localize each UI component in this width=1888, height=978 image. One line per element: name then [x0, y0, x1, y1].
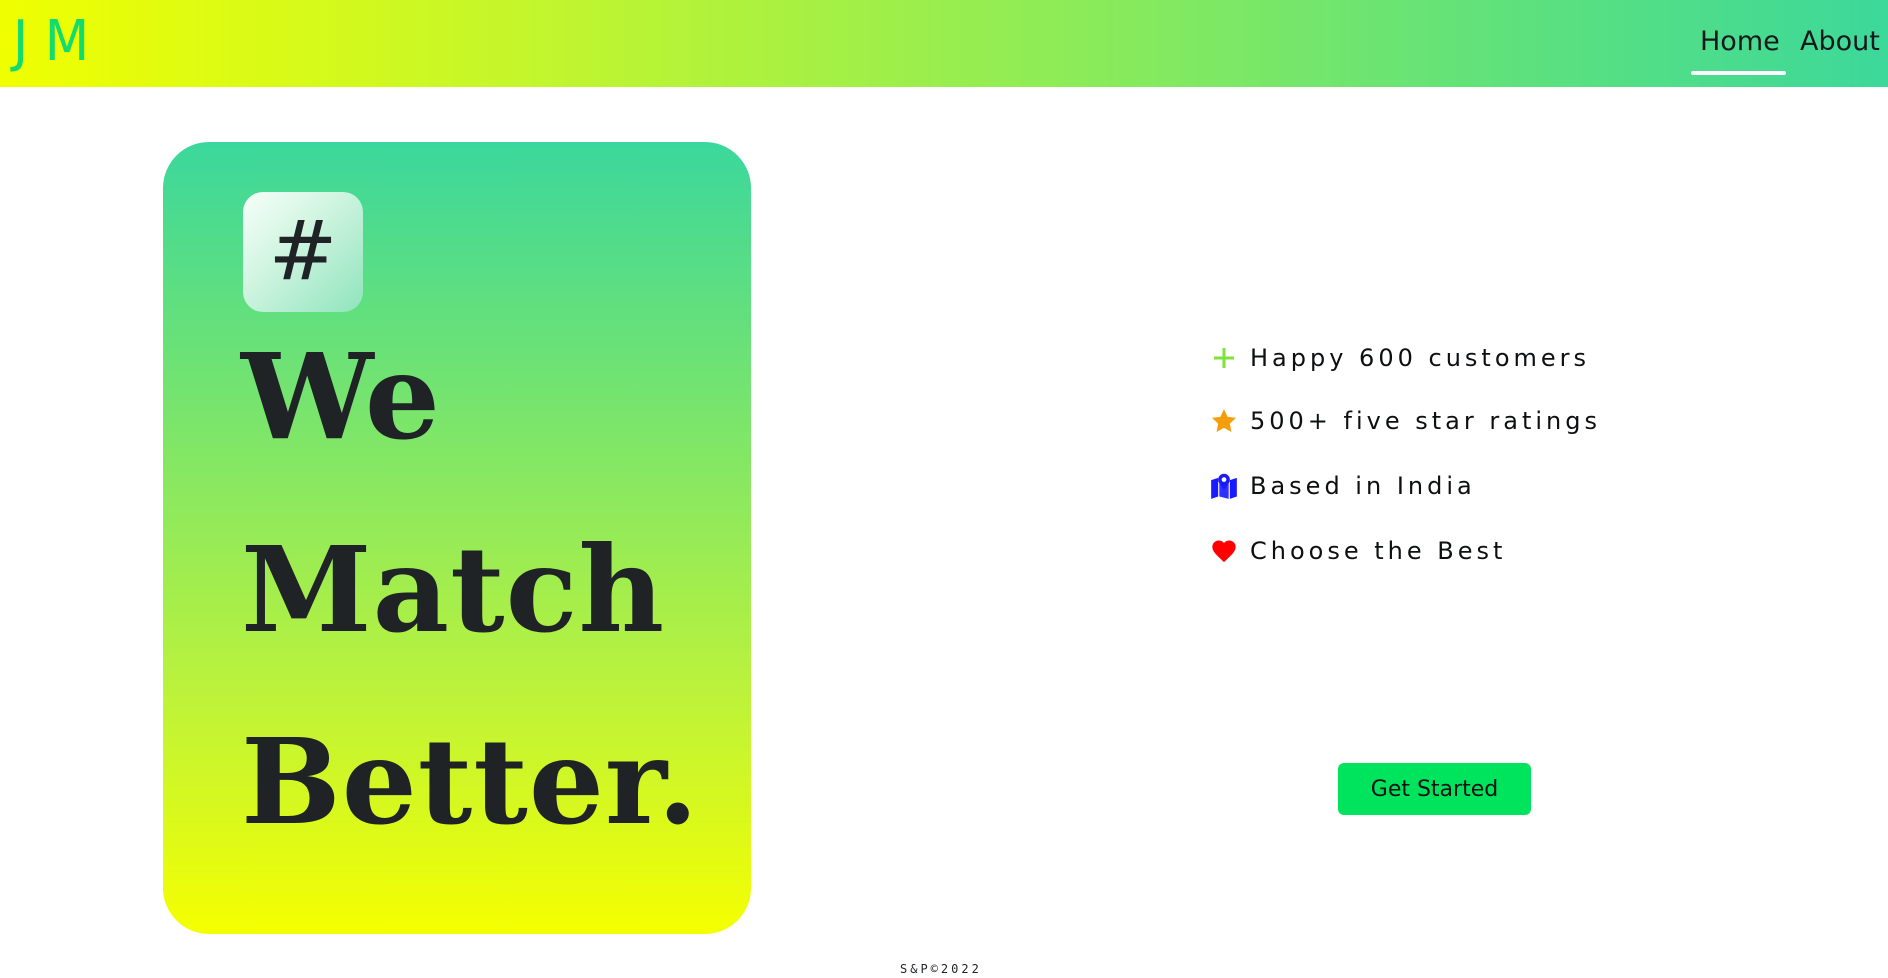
get-started-button[interactable]: Get Started — [1338, 763, 1531, 815]
feature-location: Based in India — [1208, 466, 1476, 506]
plus-icon — [1208, 342, 1240, 374]
feature-text: 500+ five star ratings — [1250, 407, 1601, 435]
hash-icon: # — [268, 204, 338, 299]
hash-badge: # — [243, 192, 363, 312]
feature-ratings: 500+ five star ratings — [1208, 401, 1601, 441]
feature-choose-best: Choose the Best — [1208, 531, 1506, 571]
nav-link-about[interactable]: About — [1800, 22, 1880, 62]
heart-icon — [1208, 535, 1240, 567]
active-nav-indicator — [1691, 71, 1786, 75]
feature-text: Happy 600 customers — [1250, 344, 1591, 372]
headline-line-1: We — [241, 327, 441, 466]
footer-copyright: S&P©2022 — [900, 962, 982, 976]
feature-text: Based in India — [1250, 472, 1476, 500]
nav-link-home[interactable]: Home — [1700, 22, 1780, 62]
feature-customers: Happy 600 customers — [1208, 338, 1590, 378]
star-icon — [1208, 405, 1240, 437]
headline-line-3: Better. — [241, 712, 700, 851]
brand-logo[interactable]: JM — [13, 10, 106, 74]
top-navbar: JM Home About — [0, 0, 1888, 87]
hero-card: # We Match Better. — [163, 142, 751, 934]
headline-line-2: Match — [241, 520, 666, 659]
map-pin-icon — [1208, 470, 1240, 502]
feature-text: Choose the Best — [1250, 537, 1507, 565]
